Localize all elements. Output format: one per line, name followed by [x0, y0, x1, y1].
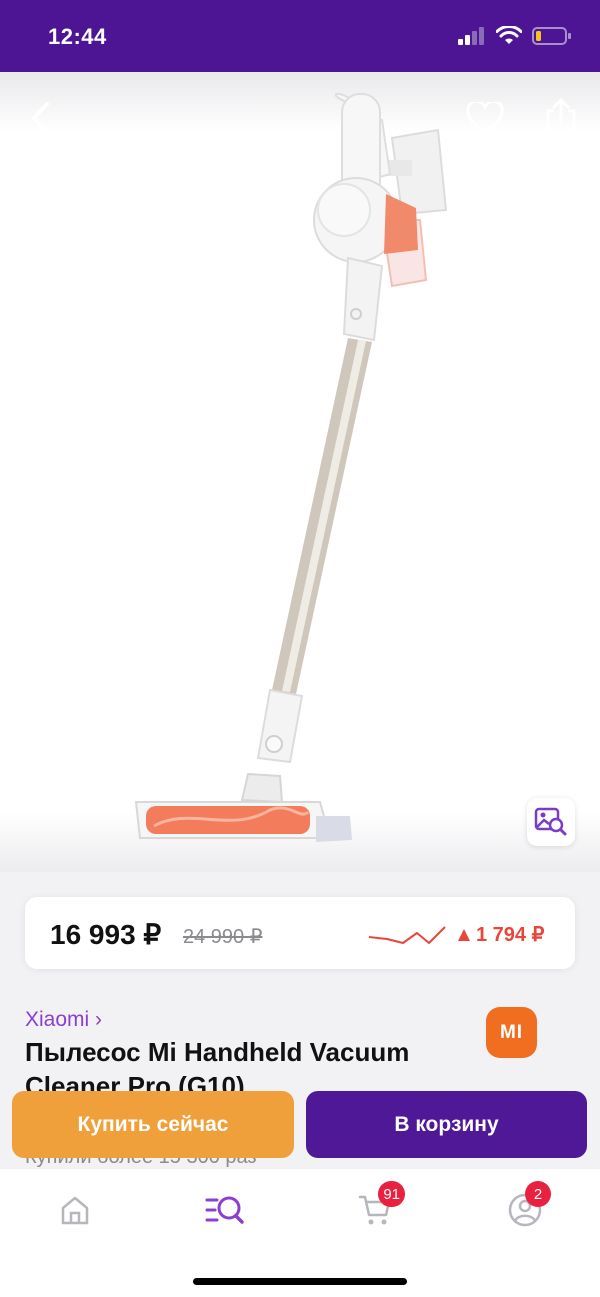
old-price: 24 990 ₽ [183, 926, 263, 948]
brand-link[interactable]: Xiaomi › [25, 1008, 102, 1032]
tab-cart[interactable]: 91 [345, 1181, 405, 1233]
wifi-icon [496, 26, 522, 44]
tab-home[interactable] [45, 1187, 105, 1233]
catalog-search-icon [205, 1196, 244, 1224]
price-trend-sparkline [368, 926, 446, 944]
product-gallery[interactable] [0, 72, 600, 872]
back-button[interactable] [18, 94, 62, 142]
price-change-value: 1 794 ₽ [476, 924, 545, 946]
chevron-left-icon [32, 102, 49, 134]
share-button[interactable] [538, 92, 584, 142]
favorite-button[interactable] [462, 96, 508, 142]
heart-icon [466, 102, 504, 135]
cart-badge: 91 [378, 1181, 405, 1207]
product-image[interactable] [120, 90, 460, 850]
tab-catalog[interactable] [195, 1187, 255, 1233]
battery-icon [532, 27, 571, 45]
status-bar: 12:44 [0, 0, 600, 72]
share-icon [546, 98, 576, 136]
profile-badge: 2 [525, 1181, 551, 1207]
tab-profile[interactable]: 2 [495, 1181, 555, 1233]
home-indicator [193, 1278, 407, 1285]
buy-now-button[interactable]: Купить сейчас [12, 1091, 294, 1158]
add-to-cart-button[interactable]: В корзину [306, 1091, 587, 1158]
signal-icon [458, 27, 484, 45]
visual-search-button[interactable] [527, 798, 575, 846]
price-change: 1 794 ₽ [457, 922, 544, 947]
home-icon [61, 1196, 89, 1225]
status-time: 12:44 [48, 24, 107, 49]
tab-bar: 91 2 [0, 1169, 600, 1297]
status-icons [458, 26, 572, 46]
image-search-icon [534, 807, 567, 836]
price-card[interactable]: 16 993 ₽ 24 990 ₽ 1 794 ₽ [25, 897, 575, 969]
current-price: 16 993 ₽ [50, 919, 162, 950]
arrow-up-icon [458, 928, 470, 941]
brand-logo[interactable]: MI [486, 1007, 537, 1058]
